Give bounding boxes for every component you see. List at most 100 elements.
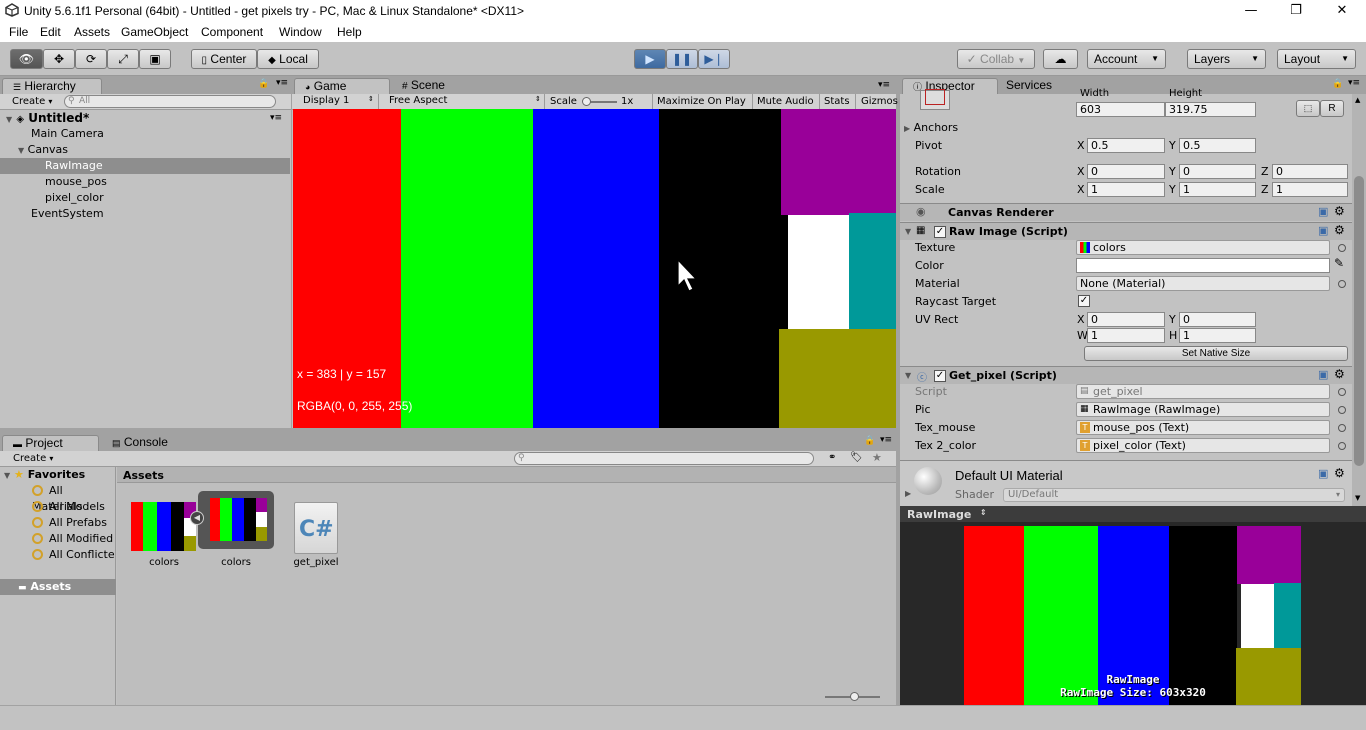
scroll-down-icon[interactable]: ▼ (1355, 494, 1360, 502)
rotate-tool-button[interactable]: ⟳ (75, 49, 107, 69)
hierarchy-item-mouse-pos[interactable]: mouse_pos (0, 174, 290, 190)
gizmos-dropdown[interactable]: Gizmos (861, 96, 898, 107)
help-book-icon[interactable]: ▣ (1318, 224, 1328, 237)
view-tool-button[interactable]: 👁 (10, 49, 43, 69)
scroll-thumb[interactable] (1354, 176, 1364, 466)
favorite-all-materials[interactable]: All Materials (32, 483, 115, 513)
favorite-star-icon[interactable]: ★ (872, 451, 882, 464)
asset-get-pixel-script[interactable]: C# get_pixel (285, 495, 347, 575)
get-pixel-header[interactable]: ▼ ⓒ ✓ Get_pixel (Script) ▣ ⚙ (900, 366, 1352, 384)
raw-image-enabled-checkbox[interactable]: ✓ (934, 226, 946, 238)
shader-dropdown[interactable]: UI/Default ▾ (1003, 488, 1345, 502)
favorites-header[interactable]: ▼ ★ Favorites (4, 467, 85, 483)
help-book-icon[interactable]: ▣ (1318, 205, 1328, 218)
object-picker-icon[interactable] (1338, 406, 1346, 414)
panel-menu-icon[interactable]: ▾≡ (878, 80, 890, 90)
display-dropdown[interactable]: Display 1 (303, 95, 349, 106)
pivot-x-field[interactable]: 0.5 (1087, 138, 1165, 153)
tab-game[interactable]: ◕ Game (294, 78, 390, 94)
gear-icon[interactable]: ⚙ (1334, 367, 1345, 381)
minimize-button[interactable]: — (1228, 0, 1274, 22)
scale-y-field[interactable]: 1 (1179, 182, 1256, 197)
stats-toggle[interactable]: Stats (824, 96, 850, 107)
menu-assets[interactable]: Assets (74, 25, 110, 39)
assets-folder[interactable]: ▬ Assets (0, 579, 116, 595)
width-field[interactable]: 603 (1076, 102, 1165, 117)
hierarchy-search-input[interactable]: ⚲ All (64, 95, 276, 108)
raw-image-header[interactable]: ▼ ▦ ✓ Raw Image (Script) ▣ ⚙ (900, 222, 1352, 240)
gear-icon[interactable]: ⚙ (1334, 466, 1345, 480)
tab-hierarchy[interactable]: ☰ Hierarchy (2, 78, 102, 94)
mute-audio-toggle[interactable]: Mute Audio (757, 96, 814, 107)
filter-type-icon[interactable]: ⚭ (828, 452, 836, 463)
menu-window[interactable]: Window (279, 25, 322, 39)
object-picker-icon[interactable] (1338, 424, 1346, 432)
uv-h-field[interactable]: 1 (1179, 328, 1256, 343)
maximize-on-play-toggle[interactable]: Maximize On Play (657, 96, 746, 107)
preview-header[interactable]: RawImage ⇕ (900, 506, 1366, 522)
uv-x-field[interactable]: 0 (1087, 312, 1165, 327)
menu-gameobject[interactable]: GameObject (121, 25, 188, 39)
project-search-input[interactable]: ⚲ (514, 452, 814, 465)
pivot-local-button[interactable]: ◆ Local (257, 49, 319, 69)
lock-icon[interactable]: 🔒 (258, 79, 269, 89)
hierarchy-item-rawimage[interactable]: RawImage (0, 158, 290, 174)
scale-slider[interactable] (582, 97, 617, 106)
scene-menu-icon[interactable]: ▾≡ (270, 110, 282, 126)
favorite-all-models[interactable]: All Models (32, 499, 105, 515)
uv-y-field[interactable]: 0 (1179, 312, 1256, 327)
asset-colors-selected[interactable]: ◀ colors (190, 491, 274, 575)
game-viewport[interactable]: x = 383 | y = 157 RGBA(0, 0, 255, 255) (293, 109, 896, 428)
rotation-z-field[interactable]: 0 (1272, 164, 1348, 179)
eyedropper-icon[interactable]: ✎ (1334, 256, 1344, 270)
move-tool-button[interactable]: ✥ (43, 49, 75, 69)
raw-edit-button[interactable]: R (1320, 100, 1344, 117)
anchor-presets-button[interactable] (920, 89, 950, 110)
favorite-all-modified[interactable]: All Modified (32, 531, 113, 547)
slider-thumb[interactable] (850, 692, 859, 701)
cloud-button[interactable]: ☁ (1043, 49, 1078, 69)
material-field[interactable]: None (Material) (1076, 276, 1330, 291)
texture-field[interactable]: colors (1076, 240, 1330, 255)
project-create-button[interactable]: Create ▾ (13, 452, 53, 466)
blueprint-mode-button[interactable]: ⬚ (1296, 100, 1320, 117)
play-button[interactable]: ▶ (634, 49, 666, 69)
tab-services[interactable]: Services (996, 78, 1076, 94)
menu-component[interactable]: Component (201, 25, 263, 39)
account-dropdown[interactable]: Account ▼ (1087, 49, 1166, 69)
step-button[interactable]: ▶❘ (698, 49, 730, 69)
lock-icon[interactable]: 🔒 (864, 436, 875, 446)
menu-edit[interactable]: Edit (40, 25, 61, 39)
object-picker-icon[interactable] (1338, 280, 1346, 288)
asset-colors-texture[interactable]: colors (129, 495, 199, 575)
filter-label-icon[interactable]: 🏷 (850, 452, 863, 463)
expand-arrow-icon[interactable]: ◀ (190, 511, 204, 525)
inspector-scrollbar[interactable]: ▲ ▼ (1352, 94, 1366, 506)
menu-help[interactable]: Help (337, 25, 362, 39)
hierarchy-item-canvas[interactable]: ▼ Canvas (0, 142, 290, 158)
get-pixel-enabled-checkbox[interactable]: ✓ (934, 370, 946, 382)
object-picker-icon[interactable] (1338, 442, 1346, 450)
aspect-dropdown[interactable]: Free Aspect (389, 95, 447, 106)
canvas-renderer-header[interactable]: ◉ Canvas Renderer ▣ ⚙ (900, 203, 1352, 221)
rotation-y-field[interactable]: 0 (1179, 164, 1256, 179)
set-native-size-button[interactable]: Set Native Size (1084, 346, 1348, 361)
scale-tool-button[interactable]: ⤢ (107, 49, 139, 69)
help-book-icon[interactable]: ▣ (1318, 467, 1328, 480)
tab-inspector[interactable]: ⓘ Inspector (902, 78, 998, 94)
gear-icon[interactable]: ⚙ (1334, 204, 1345, 218)
hierarchy-item-pixel-color[interactable]: pixel_color (0, 190, 290, 206)
scene-root[interactable]: ▼ ◈ Untitled* ▾≡ (0, 110, 290, 126)
restore-button[interactable]: ❐ (1273, 0, 1319, 22)
height-field[interactable]: 319.75 (1165, 102, 1256, 117)
rotation-x-field[interactable]: 0 (1087, 164, 1165, 179)
hierarchy-item-eventsystem[interactable]: EventSystem (0, 206, 290, 222)
pivot-y-field[interactable]: 0.5 (1179, 138, 1256, 153)
lock-icon[interactable]: 🔒 (1332, 79, 1343, 89)
uv-w-field[interactable]: 1 (1087, 328, 1165, 343)
object-picker-icon[interactable] (1338, 244, 1346, 252)
gear-icon[interactable]: ⚙ (1334, 223, 1345, 237)
pivot-center-button[interactable]: ▯ Center (191, 49, 257, 69)
slider-thumb[interactable] (582, 97, 591, 106)
menu-file[interactable]: File (9, 25, 28, 39)
